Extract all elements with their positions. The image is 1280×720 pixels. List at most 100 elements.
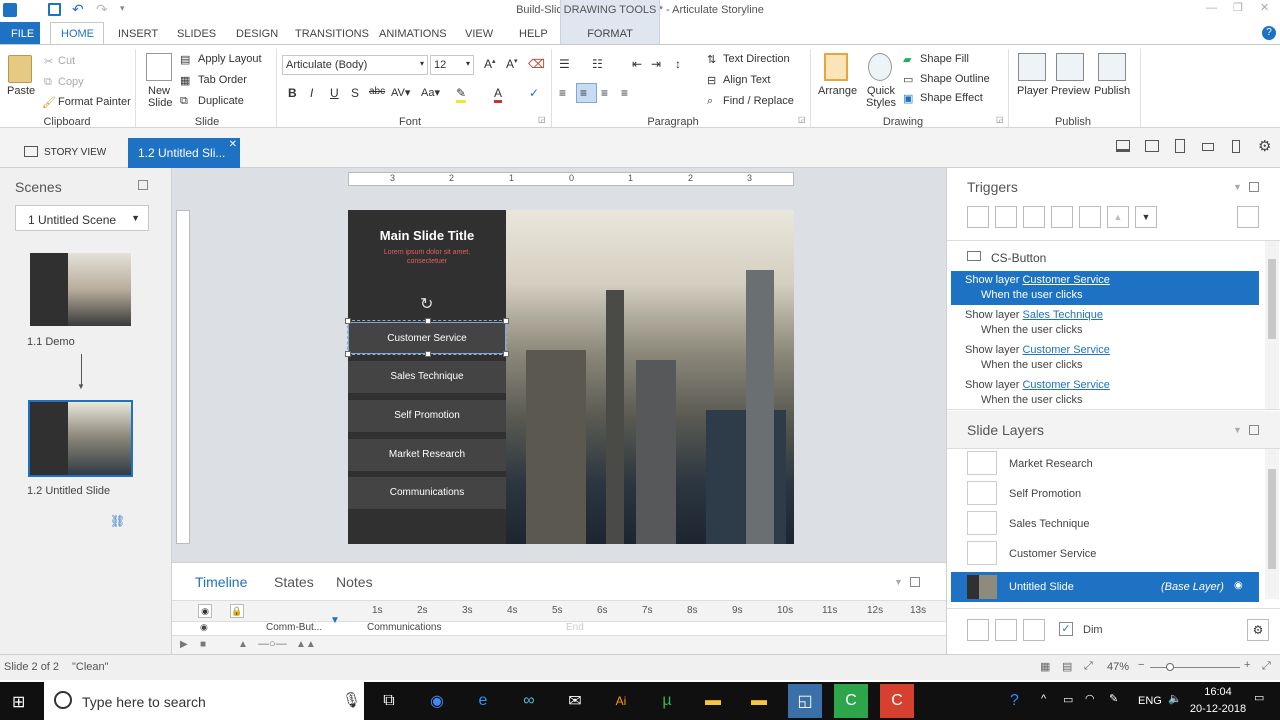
align-left-icon[interactable]: ≡ [559, 86, 566, 100]
tab-states[interactable]: States [274, 574, 314, 590]
fit-view-icon[interactable]: ▦ [1040, 660, 1050, 673]
tab-view[interactable]: VIEW [465, 28, 493, 40]
tab-home[interactable]: HOME [50, 22, 104, 45]
utorrent-icon[interactable]: µ [650, 684, 684, 718]
close-icon[interactable]: ✕ [1260, 1, 1269, 14]
tab-timeline[interactable]: Timeline [195, 574, 247, 590]
clear-format-icon[interactable]: ⌫ [528, 57, 545, 71]
windows-start-icon[interactable]: ⊞ [12, 692, 25, 712]
slide-thumbnail-1[interactable] [30, 253, 131, 326]
desktop-view-icon[interactable] [1145, 140, 1159, 152]
new-trigger-icon[interactable] [967, 206, 989, 228]
handle-icon[interactable] [503, 351, 509, 357]
folder-icon[interactable]: ▬ [742, 684, 776, 718]
quick-styles-icon[interactable] [868, 53, 892, 81]
font-color-icon[interactable]: A [494, 86, 503, 103]
player-button[interactable]: Player [1017, 85, 1048, 97]
slide[interactable]: Main Slide Title Lorem ipsum dolor sit a… [348, 210, 794, 544]
lock-icon[interactable]: 🔒 [230, 604, 244, 618]
tablet-portrait-icon[interactable] [1175, 139, 1185, 153]
layer-properties-icon[interactable]: ⚙ [1247, 619, 1269, 641]
minimize-icon[interactable]: — [1206, 2, 1217, 14]
strikethrough-icon[interactable]: abc [369, 86, 385, 97]
panel-collapse-icon[interactable]: ▼ [894, 577, 903, 587]
handle-icon[interactable] [503, 318, 509, 324]
scrollbar-thumb[interactable] [1268, 259, 1276, 339]
layer-customer-service[interactable]: Customer Service [967, 539, 1257, 569]
new-slide-icon[interactable] [146, 53, 172, 81]
zoom-out-icon[interactable]: − [1138, 659, 1144, 671]
shrink-font-icon[interactable]: A▾ [506, 57, 518, 71]
layer-self-promotion[interactable]: Self Promotion [967, 479, 1257, 509]
duplicate-layer-icon[interactable] [995, 619, 1017, 641]
normal-view-icon[interactable] [1116, 140, 1130, 152]
tab-format[interactable]: FORMAT [561, 28, 659, 40]
drawing-dialog-launcher-icon[interactable]: ◲ [996, 115, 1004, 124]
base-layer-eye-icon[interactable]: ◉ [1234, 580, 1243, 591]
trigger-target-link[interactable]: Customer Service [1022, 274, 1109, 286]
quick-styles-button[interactable]: Quick Styles [864, 85, 898, 109]
rotate-handle-icon[interactable]: ↻ [420, 294, 433, 314]
scrollbar-thumb[interactable] [1268, 469, 1276, 569]
edge-icon[interactable]: e [466, 684, 500, 718]
trigger-target-link[interactable]: Customer Service [1022, 379, 1109, 391]
slide-button-communications[interactable]: Communications [348, 477, 506, 509]
format-painter-button[interactable]: Format Painter [58, 96, 131, 108]
wifi-icon[interactable]: ◠ [1085, 692, 1095, 705]
phone-icon[interactable] [1232, 140, 1240, 153]
timeline-row[interactable]: ◉ Comm-But... Communications End [172, 622, 946, 634]
camtasia-red-icon[interactable]: C [880, 684, 914, 718]
help-icon[interactable]: ? [1262, 26, 1276, 40]
clock-time[interactable]: 16:04 [1188, 686, 1248, 698]
publish-button[interactable]: Publish [1094, 85, 1130, 97]
move-down-icon[interactable]: ▼ [1135, 206, 1157, 228]
taskbar-search[interactable]: Type here to search 🎙 [44, 682, 364, 720]
battery-icon[interactable]: ▭ [1063, 693, 1073, 706]
slide-subtitle[interactable]: Lorem ipsum dolor sit amet, consectetuer [377, 248, 477, 266]
mail-icon[interactable]: ✉ [558, 684, 592, 718]
trigger-condition[interactable]: When the user clicks [981, 359, 1082, 371]
notifications-icon[interactable]: ▭ [1254, 691, 1264, 704]
text-direction-button[interactable]: Text Direction [723, 53, 790, 65]
layer-sales-technique[interactable]: Sales Technique [967, 509, 1257, 539]
slide-button-sales-technique[interactable]: Sales Technique [348, 361, 506, 393]
tab-insert[interactable]: INSERT [118, 28, 158, 40]
camtasia-green-icon[interactable]: C [834, 684, 868, 718]
chrome-icon[interactable]: ◉ [420, 684, 454, 718]
play-icon[interactable]: ▶ [180, 639, 188, 650]
justify-icon[interactable]: ≡ [621, 86, 628, 100]
font-family-select[interactable]: Articulate (Body) ▾ [282, 55, 428, 75]
tab-animations[interactable]: ANIMATIONS [379, 28, 447, 40]
visibility-eye-icon[interactable]: ◉ [198, 604, 212, 618]
handle-icon[interactable] [345, 351, 351, 357]
stop-icon[interactable]: ■ [200, 639, 206, 650]
handle-icon[interactable] [345, 318, 351, 324]
storyline-icon[interactable]: ◱ [788, 684, 822, 718]
paste-icon[interactable] [8, 55, 32, 83]
tab-notes[interactable]: Notes [336, 574, 373, 590]
grid-view-icon[interactable]: ▤ [1062, 660, 1072, 673]
panel-restore-icon[interactable] [1249, 182, 1259, 192]
zoom-in-icon[interactable]: + [1244, 659, 1250, 671]
duplicate-button[interactable]: Duplicate [198, 95, 244, 107]
italic-icon[interactable]: I [310, 86, 313, 100]
maximize-icon[interactable]: ❐ [1233, 1, 1243, 14]
tray-chevron-icon[interactable]: ^ [1041, 693, 1046, 705]
apply-layout-button[interactable]: Apply Layout [198, 53, 262, 65]
illustrator-icon[interactable]: Ai [604, 684, 638, 718]
trigger-object-name[interactable]: CS-Button [991, 251, 1046, 265]
zoom-thumb[interactable] [1166, 663, 1174, 671]
tab-order-button[interactable]: Tab Order [198, 74, 247, 86]
new-layer-icon[interactable] [967, 619, 989, 641]
handle-icon[interactable] [425, 351, 431, 357]
player-icon[interactable] [1018, 53, 1046, 81]
settings-gear-icon[interactable]: ⚙ [1258, 137, 1271, 155]
shape-effect-button[interactable]: Shape Effect [920, 92, 983, 104]
preview-icon[interactable] [1056, 53, 1084, 81]
cut-button[interactable]: Cut [58, 55, 75, 67]
underline-icon[interactable]: U [330, 86, 339, 100]
trigger-row-1[interactable]: Show layer Customer Service When the use… [951, 271, 1259, 305]
clock-date[interactable]: 20-12-2018 [1188, 703, 1248, 715]
copy-trigger-icon[interactable] [1023, 206, 1045, 228]
trigger-scrollbar[interactable] [1265, 241, 1279, 409]
